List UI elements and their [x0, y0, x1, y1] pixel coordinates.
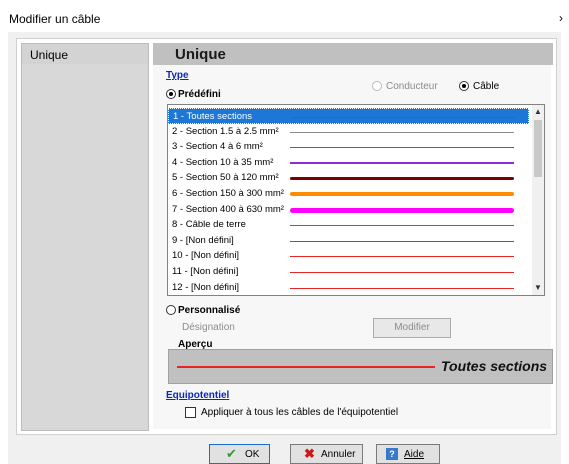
list-item[interactable]: 6 - Section 150 à 300 mm²	[168, 186, 529, 202]
cable-line-sample	[291, 117, 515, 118]
cable-line-sample	[290, 192, 514, 196]
list-item-label: 11 - [Non défini]	[172, 266, 239, 277]
ok-label: OK	[245, 449, 260, 460]
list-item-label: 5 - Section 50 à 120 mm²	[172, 172, 279, 184]
type-heading[interactable]: Type	[166, 70, 189, 81]
modifier-button[interactable]: Modifier	[373, 318, 451, 338]
cable-line-sample	[290, 147, 514, 149]
annuler-button[interactable]: ✖ Annuler	[290, 444, 363, 464]
list-item[interactable]: 1 - Toutes sections	[168, 108, 529, 124]
cable-line-sample	[290, 177, 514, 181]
page-title: Unique	[175, 46, 226, 63]
cable-type-list[interactable]: 1 - Toutes sections 2 - Section 1.5 à 2.5…	[167, 104, 545, 296]
list-item-label: 8 - Câble de terre	[172, 219, 246, 231]
list-item-label: 1 - Toutes sections	[173, 111, 253, 122]
list-item[interactable]: 12 - [Non défini]	[168, 280, 529, 295]
personnalise-label: Personnalisé	[178, 305, 241, 316]
list-item[interactable]: 7 - Section 400 à 630 mm²	[168, 202, 529, 218]
list-item-label: 7 - Section 400 à 630 mm²	[172, 203, 284, 215]
list-item[interactable]: 2 - Section 1.5 à 2.5 mm²	[168, 124, 529, 140]
list-item-label: 4 - Section 10 à 35 mm²	[172, 156, 274, 168]
apercu-line	[177, 366, 435, 368]
cable-line-sample	[290, 131, 514, 133]
cable-radio[interactable]	[459, 81, 469, 91]
sidebar-item-label: Unique	[30, 48, 69, 62]
list-item-label: 3 - Section 4 à 6 mm²	[172, 141, 263, 153]
predefini-label: Prédéfini	[178, 89, 221, 100]
aide-button[interactable]: ? Aide	[376, 444, 440, 464]
equipotentiel-checkbox[interactable]	[185, 407, 196, 418]
scroll-up-icon[interactable]: ▲	[532, 105, 544, 119]
cable-line-sample	[290, 287, 514, 289]
cable-line-sample	[290, 256, 514, 258]
section-header: Unique	[153, 43, 553, 65]
list-scrollbar[interactable]: ▲ ▼	[532, 105, 544, 295]
cable-line-sample	[290, 161, 514, 164]
list-item[interactable]: 11 - [Non défini]	[168, 264, 529, 280]
close-icon[interactable]: ›	[555, 11, 567, 25]
title-bar: Modifier un câble ›	[0, 0, 569, 30]
list-item-label: 10 - [Non défini]	[172, 250, 240, 262]
designation-label: Désignation	[182, 322, 235, 333]
scroll-down-icon[interactable]: ▼	[532, 281, 544, 295]
cable-line-sample	[290, 240, 514, 242]
list-item-label: 2 - Section 1.5 à 2.5 mm²	[172, 125, 279, 137]
aide-label: Aide	[404, 449, 425, 460]
list-item-label: 9 - [Non défini]	[172, 234, 234, 246]
equipotentiel-heading[interactable]: Equipotentiel	[166, 390, 229, 401]
ok-button[interactable]: ✔ OK	[209, 444, 270, 464]
predefini-radio[interactable]	[166, 89, 176, 99]
help-icon: ?	[386, 448, 398, 460]
sidebar-item-unique[interactable]: Unique	[22, 44, 148, 64]
scroll-thumb[interactable]	[534, 120, 542, 177]
apercu-preview: Toutes sections	[168, 349, 553, 384]
annuler-label: Annuler	[321, 449, 356, 460]
cable-line-sample	[290, 225, 514, 227]
list-item-label: 6 - Section 150 à 300 mm²	[172, 188, 284, 199]
list-item[interactable]: 10 - [Non défini]	[168, 248, 529, 264]
cross-icon: ✖	[304, 446, 315, 461]
sidebar: Unique	[21, 43, 149, 431]
cable-line-sample	[290, 207, 514, 213]
list-item[interactable]: 4 - Section 10 à 35 mm²	[168, 155, 529, 171]
equipotentiel-label: Appliquer à tous les câbles de l'équipot…	[201, 407, 399, 418]
window-title: Modifier un câble	[9, 12, 101, 26]
cable-label: Câble	[473, 81, 500, 92]
cable-line-sample	[290, 272, 514, 273]
conducteur-label: Conducteur	[386, 81, 438, 92]
conducteur-radio[interactable]	[372, 81, 382, 91]
list-item-label: 12 - [Non défini]	[172, 281, 240, 293]
list-item[interactable]: 5 - Section 50 à 120 mm²	[168, 170, 529, 186]
personnalise-radio[interactable]	[166, 305, 176, 315]
list-item[interactable]: 9 - [Non défini]	[168, 233, 529, 249]
list-item[interactable]: 3 - Section 4 à 6 mm²	[168, 139, 529, 155]
list-item[interactable]: 8 - Câble de terre	[168, 217, 529, 233]
checkmark-icon: ✔	[226, 446, 237, 461]
apercu-text: Toutes sections	[441, 358, 548, 374]
